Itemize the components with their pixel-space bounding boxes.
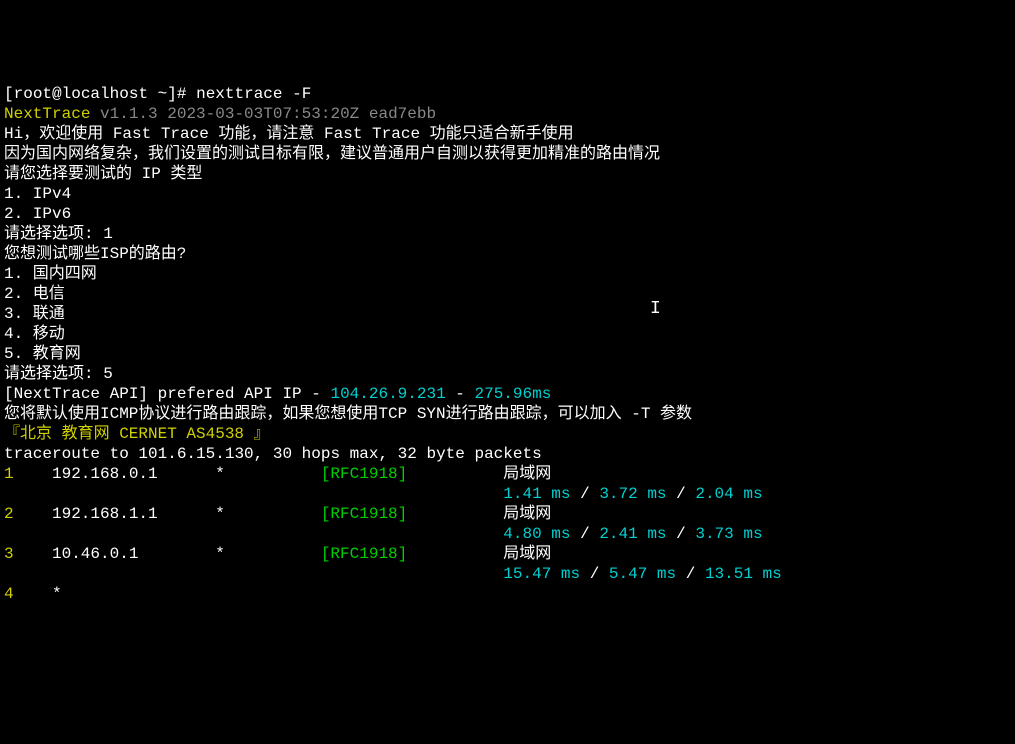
isp-opt-1: 1. 国内四网 [4,264,1011,284]
isp-choice-line: 请选择选项: 5 [4,364,1011,384]
hop-2-star: * [215,504,321,524]
intro-line-2: 因为国内网络复杂，我们设置的测试目标有限，建议普通用户自测以获得更加精准的路由情… [4,144,1011,164]
isp-choice-label: 请选择选项: [4,365,103,383]
hop-4-num: 4 [4,584,52,604]
intro-1e: 功能只适合新手使用 [420,125,574,143]
isp-opt-5: 5. 教育网 [4,344,1011,364]
hop-1-ip: 192.168.0.1 [52,464,215,484]
intro-1a: Hi，欢迎使用 [4,125,113,143]
api-prefix: [NextTrace API] [4,385,148,403]
hop-1-rfc: [RFC1918] [321,464,503,484]
hop-1-r2: 3.72 ms [599,485,666,503]
isp-prompt: 您想测试哪些ISP的路由? [4,244,1011,264]
shell-prompt-line: [root@localhost ~]# nexttrace -F [4,84,1011,104]
hop-1-rtt: 1.41 ms / 3.72 ms / 2.04 ms [4,484,1011,504]
isp-opt-2: 2. 电信 [4,284,1011,304]
slash: / [667,525,696,543]
ip-type-choice-line: 请选择选项: 1 [4,224,1011,244]
intro-1d: Fast Trace [324,125,420,143]
hop-3-rfc: [RFC1918] [321,544,503,564]
text-cursor-icon: I [650,298,661,321]
ip-type-prompt: 请选择选项: [4,225,103,243]
isp-opt-4: 4. 移动 [4,324,1011,344]
app-header: NextTrace v1.1.3 2023-03-03T07:53:20Z ea… [4,104,1011,124]
isp-choice[interactable]: 5 [103,365,113,383]
api-ip: 104.26.9.231 [330,385,445,403]
hop-3-r3: 13.51 ms [705,565,782,583]
prompt-close: ] [167,85,177,103]
hop-3-loc: 局域网 [503,544,551,564]
prompt-host: localhost [62,85,148,103]
intro-line-1: Hi，欢迎使用 Fast Trace 功能，请注意 Fast Trace 功能只… [4,124,1011,144]
hop-2-num: 2 [4,504,52,524]
hop-1-loc: 局域网 [503,464,551,484]
hop-4-star: * [52,585,62,603]
slash: / [667,485,696,503]
hop-1-num: 1 [4,464,52,484]
hop-3: 310.46.0.1*[RFC1918]局域网 [4,544,1011,564]
hop-1: 1192.168.0.1*[RFC1918]局域网 [4,464,1011,484]
api-sep: - [446,385,475,403]
prompt-path: ~ [158,85,168,103]
prompt-user: root [14,85,52,103]
intro-1b: Fast Trace [113,125,209,143]
ip-type-opt1: 1. IPv4 [4,184,1011,204]
protocol-hint: 您将默认使用ICMP协议进行路由跟踪，如果您想使用TCP SYN进行路由跟踪，可… [4,404,1011,424]
intro-1c: 功能，请注意 [209,125,324,143]
hop-2-ip: 192.168.1.1 [52,504,215,524]
hop-1-r3: 2.04 ms [695,485,762,503]
command: nexttrace -F [196,85,311,103]
hop-3-rtt: 15.47 ms / 5.47 ms / 13.51 ms [4,564,1011,584]
hop-1-star: * [215,464,321,484]
slash: / [571,525,600,543]
version-line: v1.1.3 2023-03-03T07:53:20Z ead7ebb [90,105,436,123]
slash: / [571,485,600,503]
hop-3-r2: 5.47 ms [609,565,676,583]
hop-2-r1: 4.80 ms [503,525,570,543]
hop-1-r1: 1.41 ms [503,485,570,503]
hop-2: 2192.168.1.1*[RFC1918]局域网 [4,504,1011,524]
api-latency: 275.96ms [475,385,552,403]
isp-opt-3: 3. 联通 [4,304,1011,324]
api-label: prefered API IP - [148,385,330,403]
hop-2-r3: 3.73 ms [695,525,762,543]
prompt-symbol: # [177,85,187,103]
hop-2-rfc: [RFC1918] [321,504,503,524]
hop-3-star: * [215,544,321,564]
hop-3-r1: 15.47 ms [503,565,580,583]
hop-2-r2: 2.41 ms [599,525,666,543]
hop-4: 4* [4,584,1011,604]
ip-type-choice[interactable]: 1 [103,225,113,243]
slash: / [580,565,609,583]
app-name: NextTrace [4,105,90,123]
traceroute-msg: traceroute to 101.6.15.130, 30 hops max,… [4,444,1011,464]
slash: / [676,565,705,583]
intro-line-3: 请您选择要测试的 IP 类型 [4,164,1011,184]
prompt-at: @ [52,85,62,103]
hop-2-loc: 局域网 [503,504,551,524]
api-line: [NextTrace API] prefered API IP - 104.26… [4,384,1011,404]
prompt-open: [ [4,85,14,103]
ip-type-opt2: 2. IPv6 [4,204,1011,224]
target-banner: 『北京 教育网 CERNET AS4538 』 [4,424,1011,444]
hop-3-num: 3 [4,544,52,564]
hop-3-ip: 10.46.0.1 [52,544,215,564]
hop-2-rtt: 4.80 ms / 2.41 ms / 3.73 ms [4,524,1011,544]
